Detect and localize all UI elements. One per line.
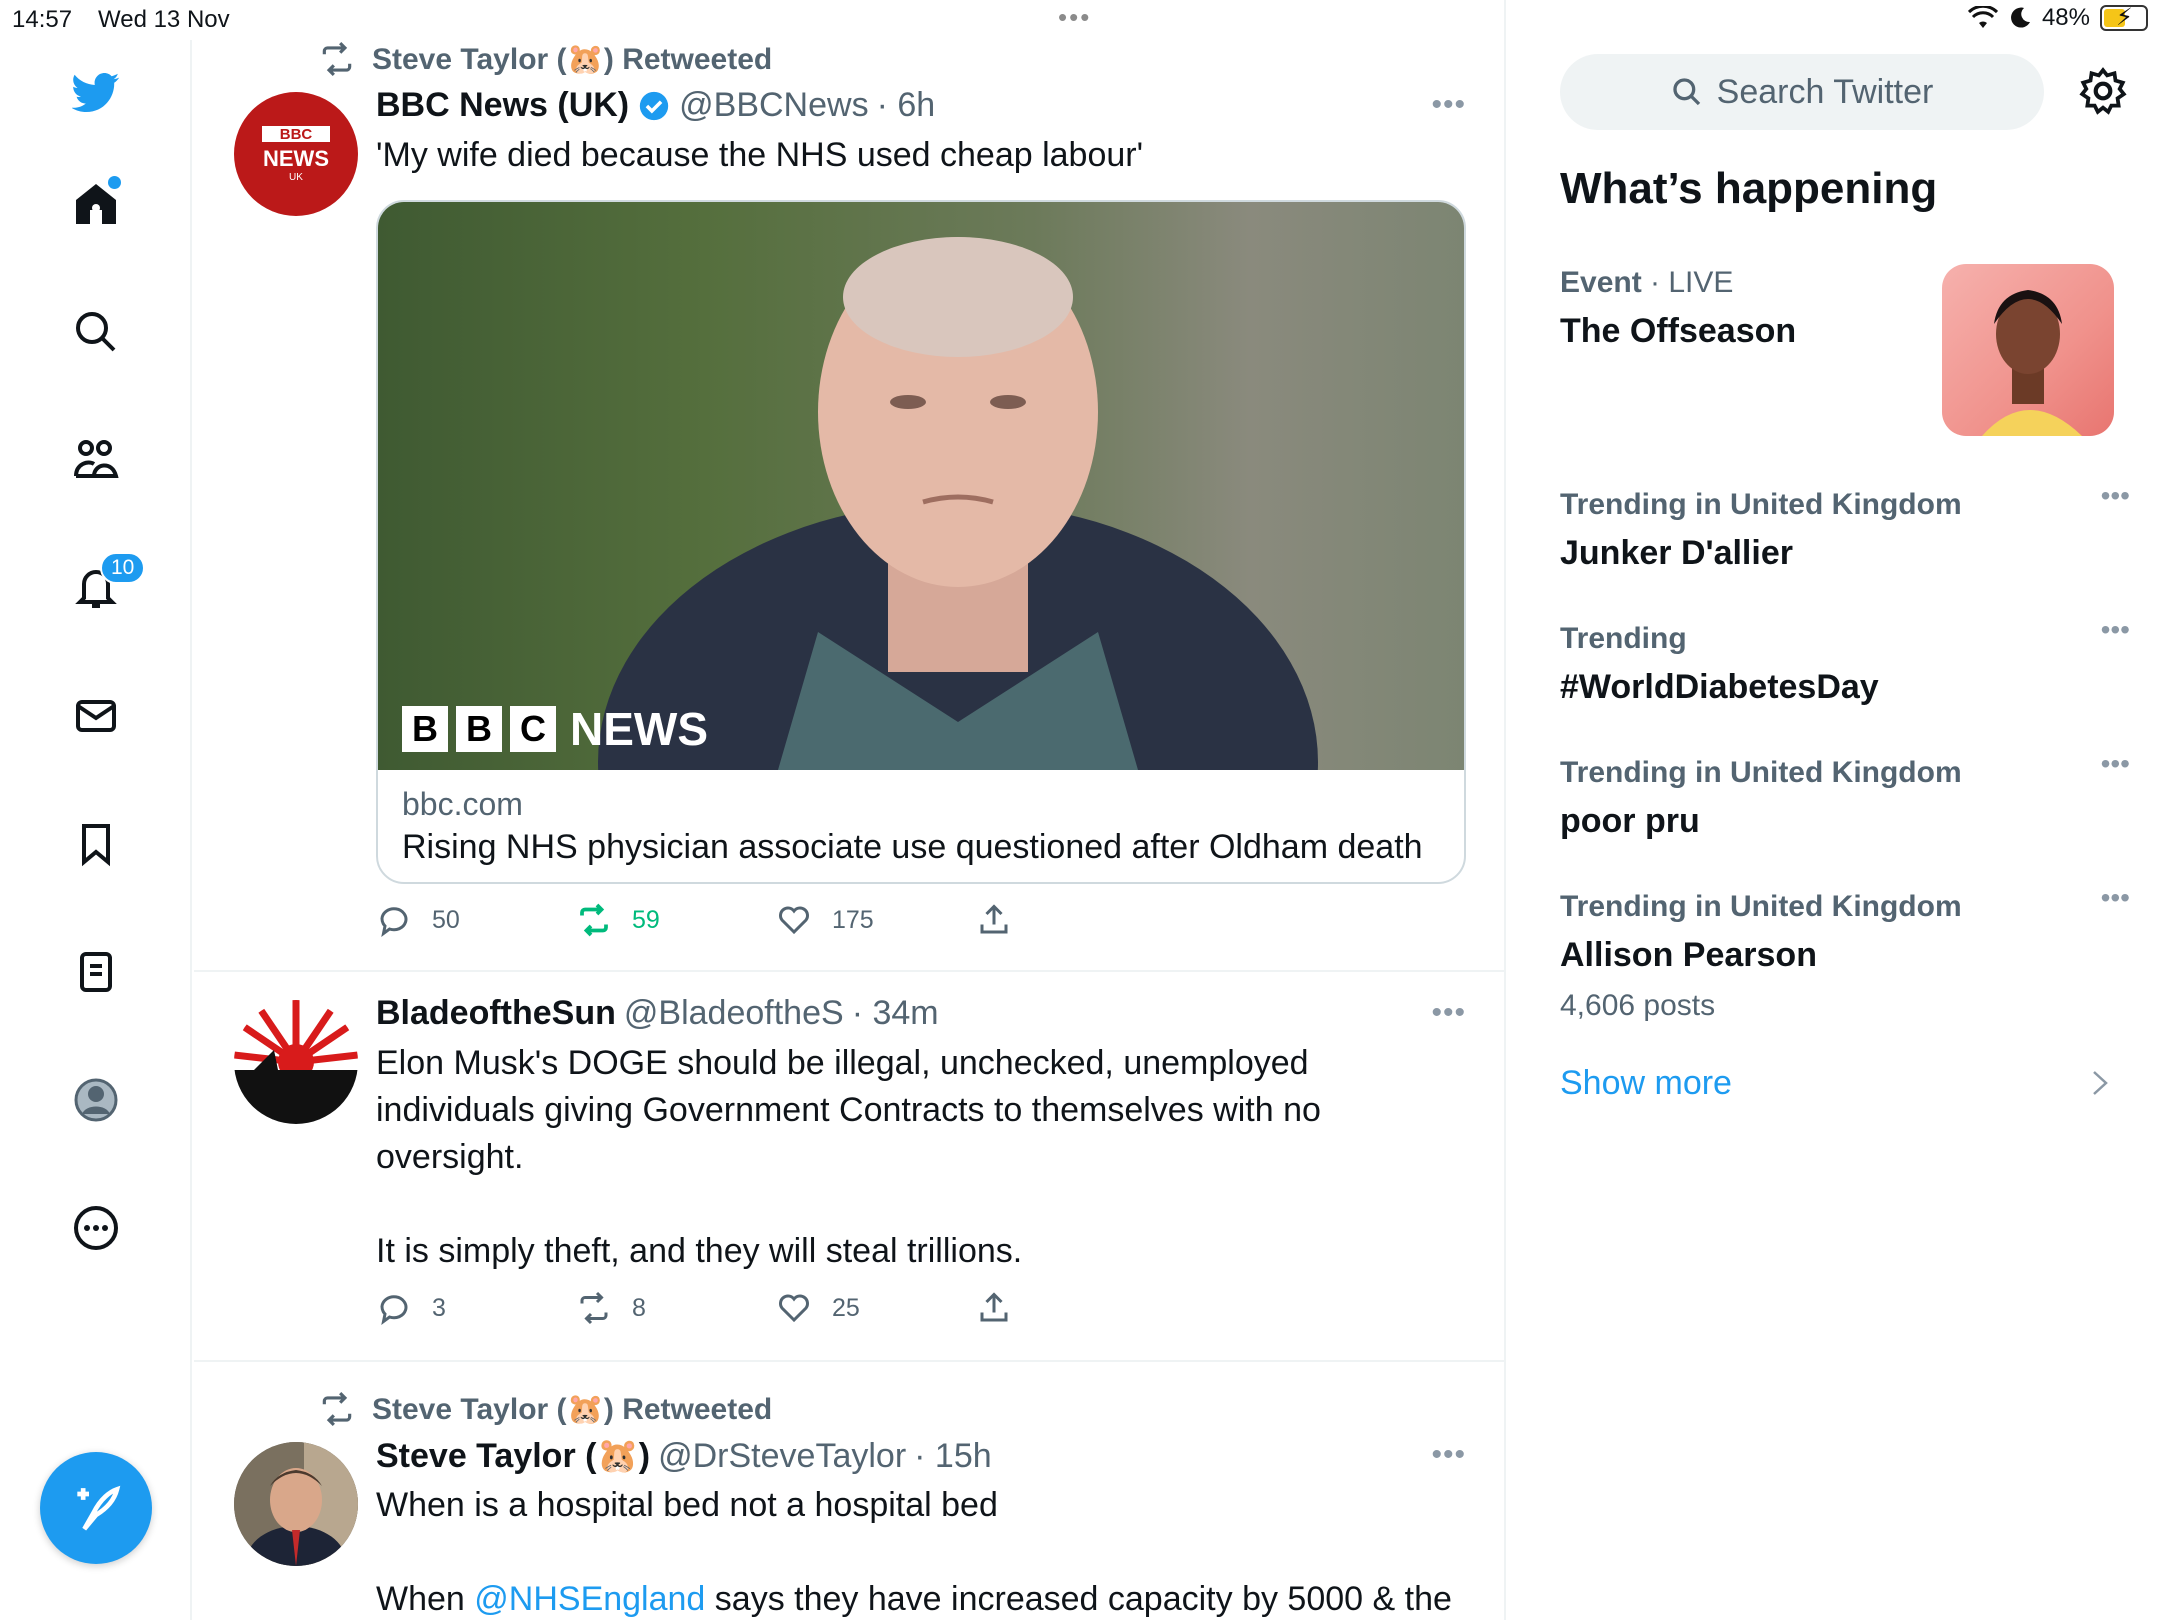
notifications-bell-icon[interactable]: 10: [64, 552, 146, 620]
tweet-header: BBC News (UK) @BBCNews · 6h: [376, 86, 935, 125]
trend-item-1[interactable]: Trending in United Kingdom Junker D'alli…: [1560, 480, 2130, 573]
trend-item-4[interactable]: Trending in United Kingdom Allison Pears…: [1560, 882, 2130, 1023]
twitter-logo-icon[interactable]: [64, 60, 128, 124]
bbc-news-avatar[interactable]: BBC NEWS UK: [234, 92, 358, 216]
lists-icon[interactable]: [64, 940, 128, 1004]
share-icon: [980, 904, 1008, 934]
heart-icon: [779, 1294, 809, 1323]
status-time: 14:57: [12, 6, 73, 33]
retweet-icon: [322, 1392, 352, 1426]
author-handle[interactable]: @BladeoftheS: [624, 994, 844, 1033]
tweet-more-options-icon[interactable]: •••: [1431, 88, 1466, 122]
author-handle[interactable]: @BBCNews: [679, 86, 868, 125]
search-twitter-input[interactable]: Search Twitter: [1560, 54, 2044, 130]
profile-avatar-icon[interactable]: [64, 1068, 128, 1132]
author-name[interactable]: BladeoftheSun: [376, 994, 616, 1033]
retweeted-by-label: Steve Taylor (🐹) Retweeted: [372, 42, 773, 76]
messages-envelope-icon[interactable]: [64, 684, 128, 748]
communities-icon[interactable]: [64, 428, 128, 492]
tweet-time[interactable]: · 34m: [852, 994, 939, 1033]
bladeofthesun-avatar[interactable]: [234, 1000, 358, 1124]
svg-text:NEWS: NEWS: [263, 146, 329, 171]
chevron-right-icon: [2093, 1071, 2108, 1095]
link-preview-card[interactable]: B B C NEWS bbc.com Rising NHS physician …: [376, 200, 1466, 884]
trend-more-options-icon[interactable]: •••: [2101, 480, 2130, 512]
trend-more-options-icon[interactable]: •••: [2101, 748, 2130, 780]
mention-link[interactable]: @NHSEngland: [474, 1580, 705, 1618]
tweet-text: 'My wife died because the NHS used cheap…: [376, 136, 1144, 174]
like-count: 175: [832, 905, 874, 934]
reply-icon: [380, 907, 408, 938]
card-domain: bbc.com: [402, 786, 523, 822]
tweet-drstevetaylor[interactable]: Steve Taylor (🐹) Retweeted Steve Taylor …: [194, 1364, 1504, 1620]
share-icon: [980, 1292, 1008, 1322]
svg-text:BBC: BBC: [280, 126, 313, 143]
steve-taylor-avatar[interactable]: [234, 1442, 358, 1566]
like-button[interactable]: 25: [776, 1290, 860, 1326]
retweet-button[interactable]: 8: [576, 1290, 646, 1326]
home-unread-dot: [108, 176, 121, 189]
tweet-time[interactable]: · 15h: [914, 1437, 992, 1476]
search-icon: [1672, 78, 1700, 106]
author-handle[interactable]: @DrSteveTaylor: [658, 1437, 906, 1476]
tweet-bladeofthesun[interactable]: BladeoftheSun @BladeoftheS · 34m ••• Elo…: [194, 974, 1504, 1362]
show-more-link[interactable]: Show more: [1560, 1064, 1732, 1103]
author-name[interactable]: BBC News (UK): [376, 86, 629, 125]
home-icon[interactable]: [64, 172, 128, 236]
tweet-text: When is a hospital bed not a hospital be…: [376, 1486, 1452, 1618]
retweet-icon: [580, 903, 608, 937]
svg-text:UK: UK: [289, 172, 303, 183]
like-count: 25: [832, 1293, 860, 1322]
tweet-more-options-icon[interactable]: •••: [1431, 1438, 1466, 1472]
tweet-more-options-icon[interactable]: •••: [1431, 996, 1466, 1030]
trend-more-options-icon[interactable]: •••: [2101, 882, 2130, 914]
reply-button[interactable]: 3: [376, 1290, 446, 1326]
tweet-actions: 50 59 175: [376, 902, 1076, 942]
trend-item-3[interactable]: Trending in United Kingdom poor pru •••: [1560, 748, 2130, 841]
verified-badge-icon: [639, 91, 669, 120]
left-navigation-rail: 10: [0, 40, 192, 1620]
article-photo: B B C NEWS: [378, 202, 1464, 882]
trend-item-2[interactable]: Trending #WorldDiabetesDay •••: [1560, 614, 2130, 707]
retweet-count: 8: [632, 1293, 646, 1322]
feather-plus-icon: [77, 1485, 121, 1531]
reply-count: 50: [432, 905, 460, 934]
retweet-icon: [580, 1291, 608, 1325]
notifications-badge: 10: [100, 552, 146, 584]
share-button[interactable]: [976, 1290, 1012, 1326]
like-button[interactable]: 175: [776, 902, 874, 938]
retweet-context: Steve Taylor (🐹) Retweeted: [318, 40, 772, 78]
tweet-header: Steve Taylor (🐹) @DrSteveTaylor · 15h: [376, 1436, 992, 1476]
card-title: Rising NHS physician associate use quest…: [402, 828, 1423, 866]
retweet-icon: [322, 42, 352, 76]
home-timeline: Steve Taylor (🐹) Retweeted BBC NEWS UK B…: [194, 0, 1506, 1620]
event-thumbnail[interactable]: [1942, 264, 2114, 436]
tweet-text: Elon Musk's DOGE should be illegal, unch…: [376, 1044, 1321, 1270]
tweet-actions: 3 8 25: [376, 1290, 1076, 1330]
retweet-button[interactable]: 59: [576, 902, 660, 938]
retweet-count: 59: [632, 905, 660, 934]
reply-count: 3: [432, 1293, 446, 1322]
share-button[interactable]: [976, 902, 1012, 938]
compose-tweet-button[interactable]: [40, 1452, 152, 1564]
trend-more-options-icon[interactable]: •••: [2101, 614, 2130, 646]
heart-icon: [779, 906, 809, 935]
search-placeholder: Search Twitter: [1716, 72, 1934, 111]
right-sidebar: Search Twitter What’s happening Event · …: [1508, 0, 2160, 1620]
author-name[interactable]: Steve Taylor (🐹): [376, 1436, 650, 1476]
explore-search-icon[interactable]: [64, 300, 128, 364]
retweeted-by-label: Steve Taylor (🐹) Retweeted: [372, 1392, 773, 1426]
reply-icon: [380, 1295, 408, 1326]
tweet-time[interactable]: · 6h: [877, 86, 936, 125]
more-options-icon[interactable]: [64, 1196, 128, 1260]
tweet-header: BladeoftheSun @BladeoftheS · 34m: [376, 994, 939, 1033]
whats-happening-heading: What’s happening: [1560, 164, 1938, 213]
retweet-context: Steve Taylor (🐹) Retweeted: [318, 1390, 772, 1428]
reply-button[interactable]: 50: [376, 902, 460, 938]
tweet-bbc-news[interactable]: Steve Taylor (🐹) Retweeted BBC NEWS UK B…: [194, 0, 1504, 972]
settings-gear-icon[interactable]: [2078, 66, 2128, 116]
bbc-news-watermark: B B C NEWS: [402, 702, 708, 756]
bookmarks-icon[interactable]: [64, 812, 128, 876]
